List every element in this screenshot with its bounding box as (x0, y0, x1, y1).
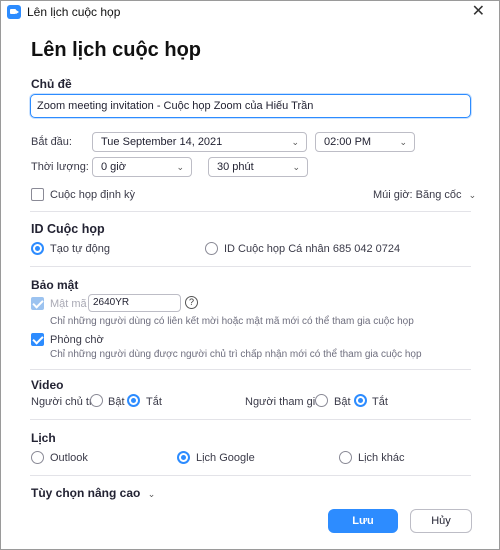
host-video-off-radio[interactable] (127, 394, 140, 407)
help-icon[interactable]: ? (185, 296, 198, 309)
duration-hours-value: 0 giờ (101, 161, 126, 173)
divider (30, 266, 471, 267)
duration-label: Thời lượng: (31, 161, 89, 173)
meeting-id-personal-radio[interactable] (205, 242, 218, 255)
recurring-checkbox[interactable] (31, 188, 44, 201)
waiting-room-hint: Chỉ những người dùng được người chủ trì … (50, 349, 422, 360)
chevron-down-icon: ⌄ (176, 162, 184, 172)
meeting-id-label: ID Cuộc họp (31, 222, 105, 236)
host-video-on-radio[interactable] (90, 394, 103, 407)
start-time-picker[interactable]: 02:00 PM ⌄ (315, 132, 415, 152)
participant-video-on-radio[interactable] (315, 394, 328, 407)
chevron-down-icon: ⌄ (291, 137, 299, 147)
host-video-off-label: Tắt (146, 396, 162, 408)
video-label: Video (31, 378, 64, 392)
title-bar: Lên lịch cuộc họp ✕ (1, 1, 499, 23)
host-video-label: Người chủ trì: (31, 396, 99, 408)
calendar-other-label: Lịch khác (358, 452, 405, 464)
participant-video-label: Người tham gia: (245, 396, 325, 408)
divider (30, 419, 471, 420)
duration-minutes-value: 30 phút (217, 161, 254, 173)
start-date-picker[interactable]: Tue September 14, 2021 ⌄ (92, 132, 307, 152)
calendar-label: Lịch (31, 431, 56, 445)
save-button[interactable]: Lưu (328, 509, 398, 533)
timezone-value: Múi giờ: Băng cốc (373, 189, 462, 201)
passcode-hint: Chỉ những người dùng có liên kết mời hoặ… (50, 316, 414, 327)
start-date-value: Tue September 14, 2021 (101, 136, 223, 148)
meeting-id-personal-label: ID Cuộc họp Cá nhân 685 042 0724 (224, 243, 401, 255)
chevron-down-icon: ⌄ (147, 489, 156, 499)
calendar-outlook-label: Outlook (50, 452, 88, 464)
topic-input[interactable]: Zoom meeting invitation - Cuộc họp Zoom … (30, 94, 471, 118)
start-time-value: 02:00 PM (324, 136, 372, 148)
advanced-options-toggle[interactable]: Tùy chọn nâng cao ⌄ (31, 486, 155, 500)
participant-video-off-radio[interactable] (354, 394, 367, 407)
passcode-input[interactable]: 2640YR (88, 294, 181, 312)
participant-video-off-label: Tắt (372, 396, 388, 408)
meeting-id-auto-label: Tạo tự động (50, 243, 110, 255)
security-label: Bảo mật (31, 278, 79, 292)
calendar-outlook-radio[interactable] (31, 451, 44, 464)
host-video-on-label: Bật (108, 396, 125, 408)
duration-minutes-select[interactable]: 30 phút ⌄ (208, 157, 308, 177)
waiting-room-label: Phòng chờ (50, 334, 104, 346)
calendar-other-radio[interactable] (339, 451, 352, 464)
window-title: Lên lịch cuộc họp (27, 5, 121, 19)
passcode-checkbox[interactable] (31, 297, 44, 310)
page-title: Lên lịch cuộc họp (31, 39, 202, 61)
advanced-options-label: Tùy chọn nâng cao (31, 486, 141, 500)
divider (30, 369, 471, 370)
zoom-app-icon (7, 5, 21, 19)
topic-label: Chủ đề (31, 77, 72, 91)
chevron-down-icon: ⌄ (292, 162, 300, 172)
participant-video-on-label: Bật (334, 396, 351, 408)
divider (30, 211, 471, 212)
chevron-down-icon: ⌄ (468, 190, 477, 200)
calendar-google-label: Lịch Google (196, 452, 255, 464)
schedule-meeting-window: Lên lịch cuộc họp ✕ Lên lịch cuộc họp Ch… (0, 0, 500, 550)
passcode-label: Mật mã (50, 298, 87, 310)
cancel-button[interactable]: Hủy (410, 509, 472, 533)
divider (30, 475, 471, 476)
calendar-google-radio[interactable] (177, 451, 190, 464)
chevron-down-icon: ⌄ (399, 137, 407, 147)
waiting-room-checkbox[interactable] (31, 333, 44, 346)
start-label: Bắt đầu: (31, 136, 72, 148)
close-icon[interactable]: ✕ (472, 3, 485, 21)
duration-hours-select[interactable]: 0 giờ ⌄ (92, 157, 192, 177)
meeting-id-auto-radio[interactable] (31, 242, 44, 255)
timezone-select[interactable]: Múi giờ: Băng cốc ⌄ (373, 189, 476, 201)
recurring-label: Cuộc họp định kỳ (50, 189, 135, 201)
